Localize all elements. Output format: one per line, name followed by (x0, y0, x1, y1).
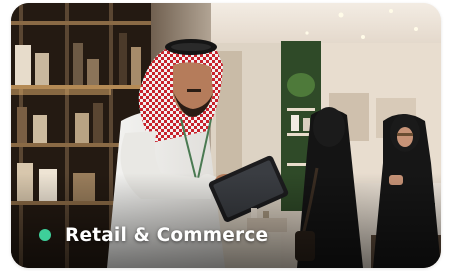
card-title: Retail & Commerce (65, 224, 269, 246)
accent-dot-icon (39, 229, 51, 241)
card-caption: Retail & Commerce (39, 221, 268, 249)
industry-card-retail[interactable]: Retail & Commerce (11, 3, 441, 268)
